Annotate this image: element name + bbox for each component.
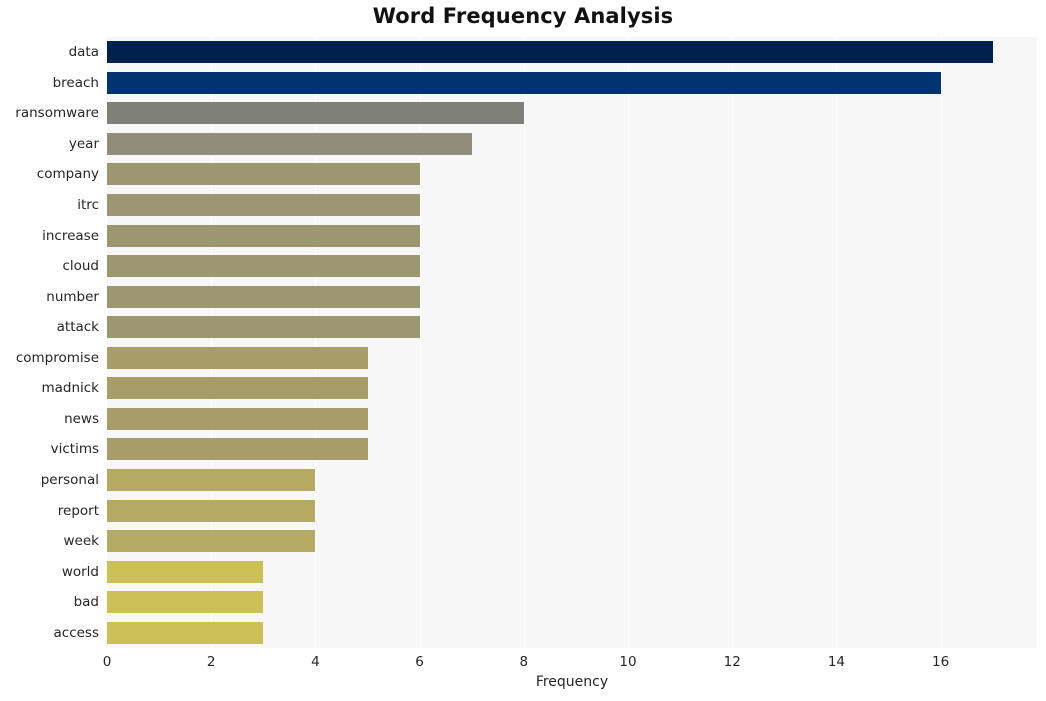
bar — [107, 163, 420, 186]
plot-area — [107, 37, 1037, 648]
bar — [107, 407, 368, 430]
y-axis-tick-label: cloud — [62, 258, 99, 275]
bar — [107, 194, 420, 217]
x-axis-tick-label: 16 — [932, 654, 950, 670]
gridline — [628, 37, 629, 648]
bar — [107, 132, 472, 155]
bar — [107, 621, 264, 644]
bar — [107, 316, 420, 339]
bar — [107, 560, 264, 583]
bar — [107, 346, 368, 369]
gridline — [523, 37, 525, 648]
x-axis-tick-label: 14 — [827, 654, 845, 670]
x-axis-tick-label: 8 — [519, 654, 529, 670]
bar — [107, 377, 368, 400]
x-axis-title: Frequency — [535, 674, 609, 690]
bar — [107, 530, 316, 553]
gridline — [940, 37, 942, 648]
y-axis-tick-label: itrc — [77, 197, 99, 214]
x-axis-tick-label: 2 — [206, 654, 216, 670]
gridline — [315, 37, 317, 648]
y-axis-tick-label: report — [57, 502, 99, 519]
y-axis-tick-label: data — [68, 44, 99, 61]
y-axis-tick-label: ransomware — [15, 105, 99, 122]
x-axis-tick-label: 12 — [723, 654, 741, 670]
bar — [107, 468, 316, 491]
y-axis-tick-label: attack — [56, 319, 99, 336]
bar — [107, 41, 993, 64]
chart-title: Word Frequency Analysis — [372, 4, 674, 28]
bar — [107, 102, 524, 125]
bar — [107, 438, 368, 461]
bar — [107, 71, 941, 94]
gridline — [419, 37, 421, 648]
y-axis-tick-label: access — [53, 624, 100, 641]
bar — [107, 224, 420, 247]
bar — [107, 591, 264, 614]
y-axis-tick-label: victims — [50, 441, 99, 458]
y-axis-tick-label: madnick — [41, 380, 99, 397]
y-axis-tick-label: compromise — [15, 349, 99, 366]
y-axis-tick-label: number — [46, 288, 99, 305]
word-frequency-chart: Word Frequency Analysis data breach ransom… — [0, 0, 1046, 701]
bar — [107, 285, 420, 308]
bar — [107, 255, 420, 278]
y-axis-tick-label: week — [63, 533, 99, 550]
y-axis-tick-label: company — [36, 166, 99, 183]
gridline — [836, 37, 838, 648]
y-axis-tick-label: personal — [40, 471, 99, 488]
x-axis-tick-label: 4 — [311, 654, 320, 670]
y-axis-tick-label: bad — [73, 594, 99, 611]
gridline — [211, 37, 213, 648]
y-axis-tick-labels: data breach ransomware year company itrc incre… — [0, 37, 99, 648]
y-axis-tick-label: year — [68, 135, 99, 152]
bar — [107, 499, 316, 522]
y-axis-tick-label: news — [64, 410, 99, 427]
y-axis-tick-label: breach — [52, 74, 99, 91]
x-axis-tick-label: 0 — [102, 654, 112, 670]
gridline — [732, 37, 734, 648]
x-axis-tick-label: 6 — [415, 654, 424, 670]
x-axis-tick-label: 10 — [619, 654, 637, 670]
y-axis-tick-label: increase — [42, 227, 99, 244]
y-axis-tick-label: world — [61, 563, 99, 580]
